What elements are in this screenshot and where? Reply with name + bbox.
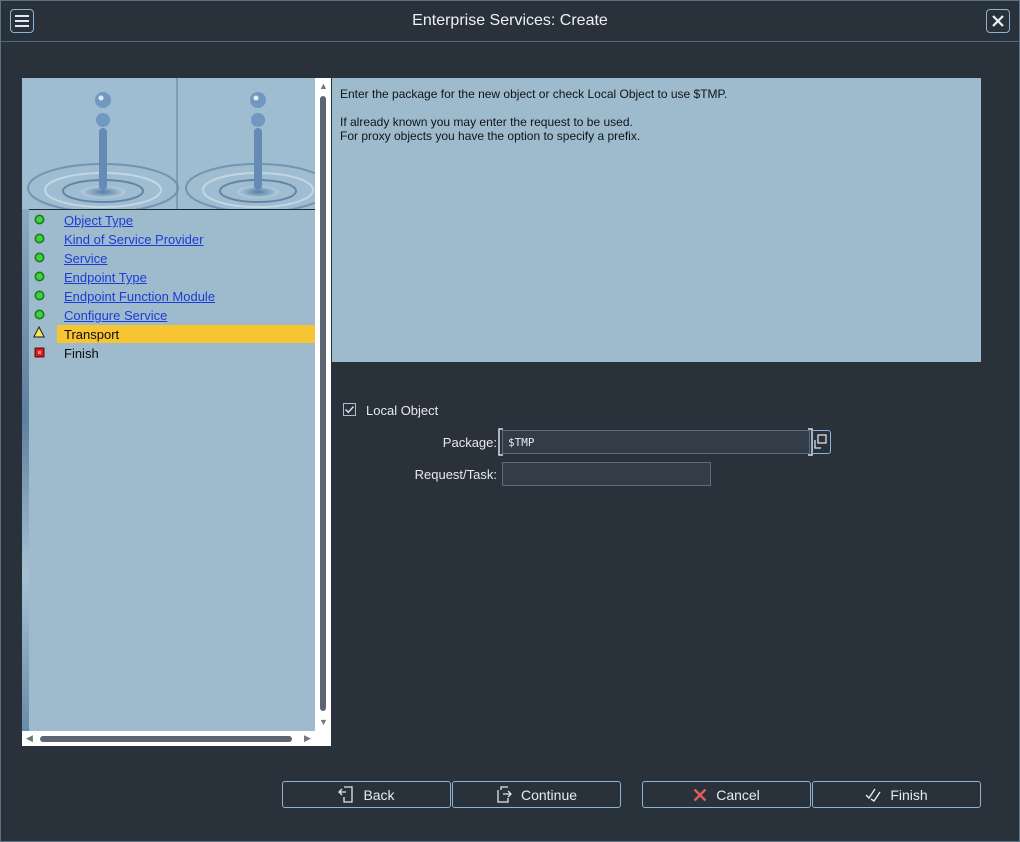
green-status-icon [34, 233, 45, 244]
step-navigation-panel: Object Type Kind of Service Provider Ser… [22, 78, 331, 746]
step-endpoint-type[interactable]: Endpoint Type [29, 268, 315, 286]
scroll-down-arrow-icon[interactable]: ▼ [319, 718, 328, 727]
back-label: Back [363, 786, 395, 803]
scroll-up-arrow-icon[interactable]: ▲ [319, 82, 328, 91]
continue-icon [497, 786, 512, 803]
scroll-right-arrow-icon[interactable]: ▶ [304, 734, 311, 743]
instruction-line-3: For proxy objects you have the option to… [340, 129, 641, 143]
green-status-icon [34, 214, 45, 225]
request-task-input[interactable] [502, 462, 711, 486]
dialog-window: Enterprise Services: Create Object Type … [0, 0, 1020, 842]
local-object-checkbox[interactable] [343, 403, 356, 416]
green-status-icon [34, 271, 45, 282]
cancel-label: Cancel [716, 786, 760, 803]
step-kind-of-service-provider[interactable]: Kind of Service Provider [29, 230, 315, 248]
package-value: $TMP [508, 436, 535, 449]
instruction-line-1: Enter the package for the new object or … [340, 87, 728, 101]
step-label[interactable]: Kind of Service Provider [64, 232, 203, 247]
finish-check-icon [865, 788, 881, 802]
step-label[interactable]: Endpoint Type [64, 270, 147, 285]
step-configure-service[interactable]: Configure Service [29, 306, 315, 324]
step-label[interactable]: Service [64, 251, 107, 266]
back-button[interactable]: Back [282, 781, 451, 808]
cancel-button[interactable]: Cancel [642, 781, 811, 808]
step-label[interactable]: Object Type [64, 213, 133, 228]
continue-label: Continue [520, 786, 578, 803]
warning-triangle-icon [33, 326, 45, 338]
close-icon [992, 15, 1004, 27]
step-label[interactable]: Endpoint Function Module [64, 289, 215, 304]
package-value-help-button[interactable] [811, 430, 831, 454]
step-label[interactable]: Configure Service [64, 308, 167, 323]
title-bar: Enterprise Services: Create [1, 1, 1019, 42]
vertical-scrollbar[interactable]: ▲ ▼ [315, 78, 331, 731]
package-input[interactable]: $TMP [502, 430, 810, 454]
vertical-scroll-thumb[interactable] [320, 96, 326, 711]
field-bracket-left [498, 428, 503, 456]
finish-label: Finish [890, 786, 928, 803]
package-label: Package: [442, 435, 497, 450]
step-object-type[interactable]: Object Type [29, 211, 315, 229]
horizontal-scroll-thumb[interactable] [40, 736, 292, 742]
step-finish[interactable]: Finish [29, 344, 315, 362]
local-object-label[interactable]: Local Object [366, 403, 438, 418]
water-drop-banner [22, 78, 315, 209]
banner-side-strip [22, 209, 29, 731]
green-status-icon [34, 252, 45, 263]
green-status-icon [34, 290, 45, 301]
horizontal-scrollbar[interactable]: ◀ ▶ [22, 731, 331, 746]
step-service[interactable]: Service [29, 249, 315, 267]
red-status-icon [34, 347, 45, 358]
value-help-icon [814, 434, 827, 449]
step-endpoint-function-module[interactable]: Endpoint Function Module [29, 287, 315, 305]
green-status-icon [34, 309, 45, 320]
cancel-icon [693, 788, 707, 801]
close-button[interactable] [986, 9, 1010, 33]
request-task-label: Request/Task: [414, 467, 497, 482]
step-list: Object Type Kind of Service Provider Ser… [29, 209, 315, 732]
continue-button[interactable]: Continue [452, 781, 621, 808]
finish-button[interactable]: Finish [812, 781, 981, 808]
step-label: Finish [64, 346, 99, 361]
window-title: Enterprise Services: Create [412, 12, 608, 29]
step-label: Transport [64, 327, 120, 342]
back-icon [338, 786, 354, 803]
instruction-line-2: If already known you may enter the reque… [340, 115, 633, 129]
instruction-panel: Enter the package for the new object or … [332, 78, 981, 362]
checkmark-icon [345, 406, 355, 414]
scroll-left-arrow-icon[interactable]: ◀ [26, 734, 33, 743]
step-transport[interactable]: Transport [57, 325, 315, 343]
